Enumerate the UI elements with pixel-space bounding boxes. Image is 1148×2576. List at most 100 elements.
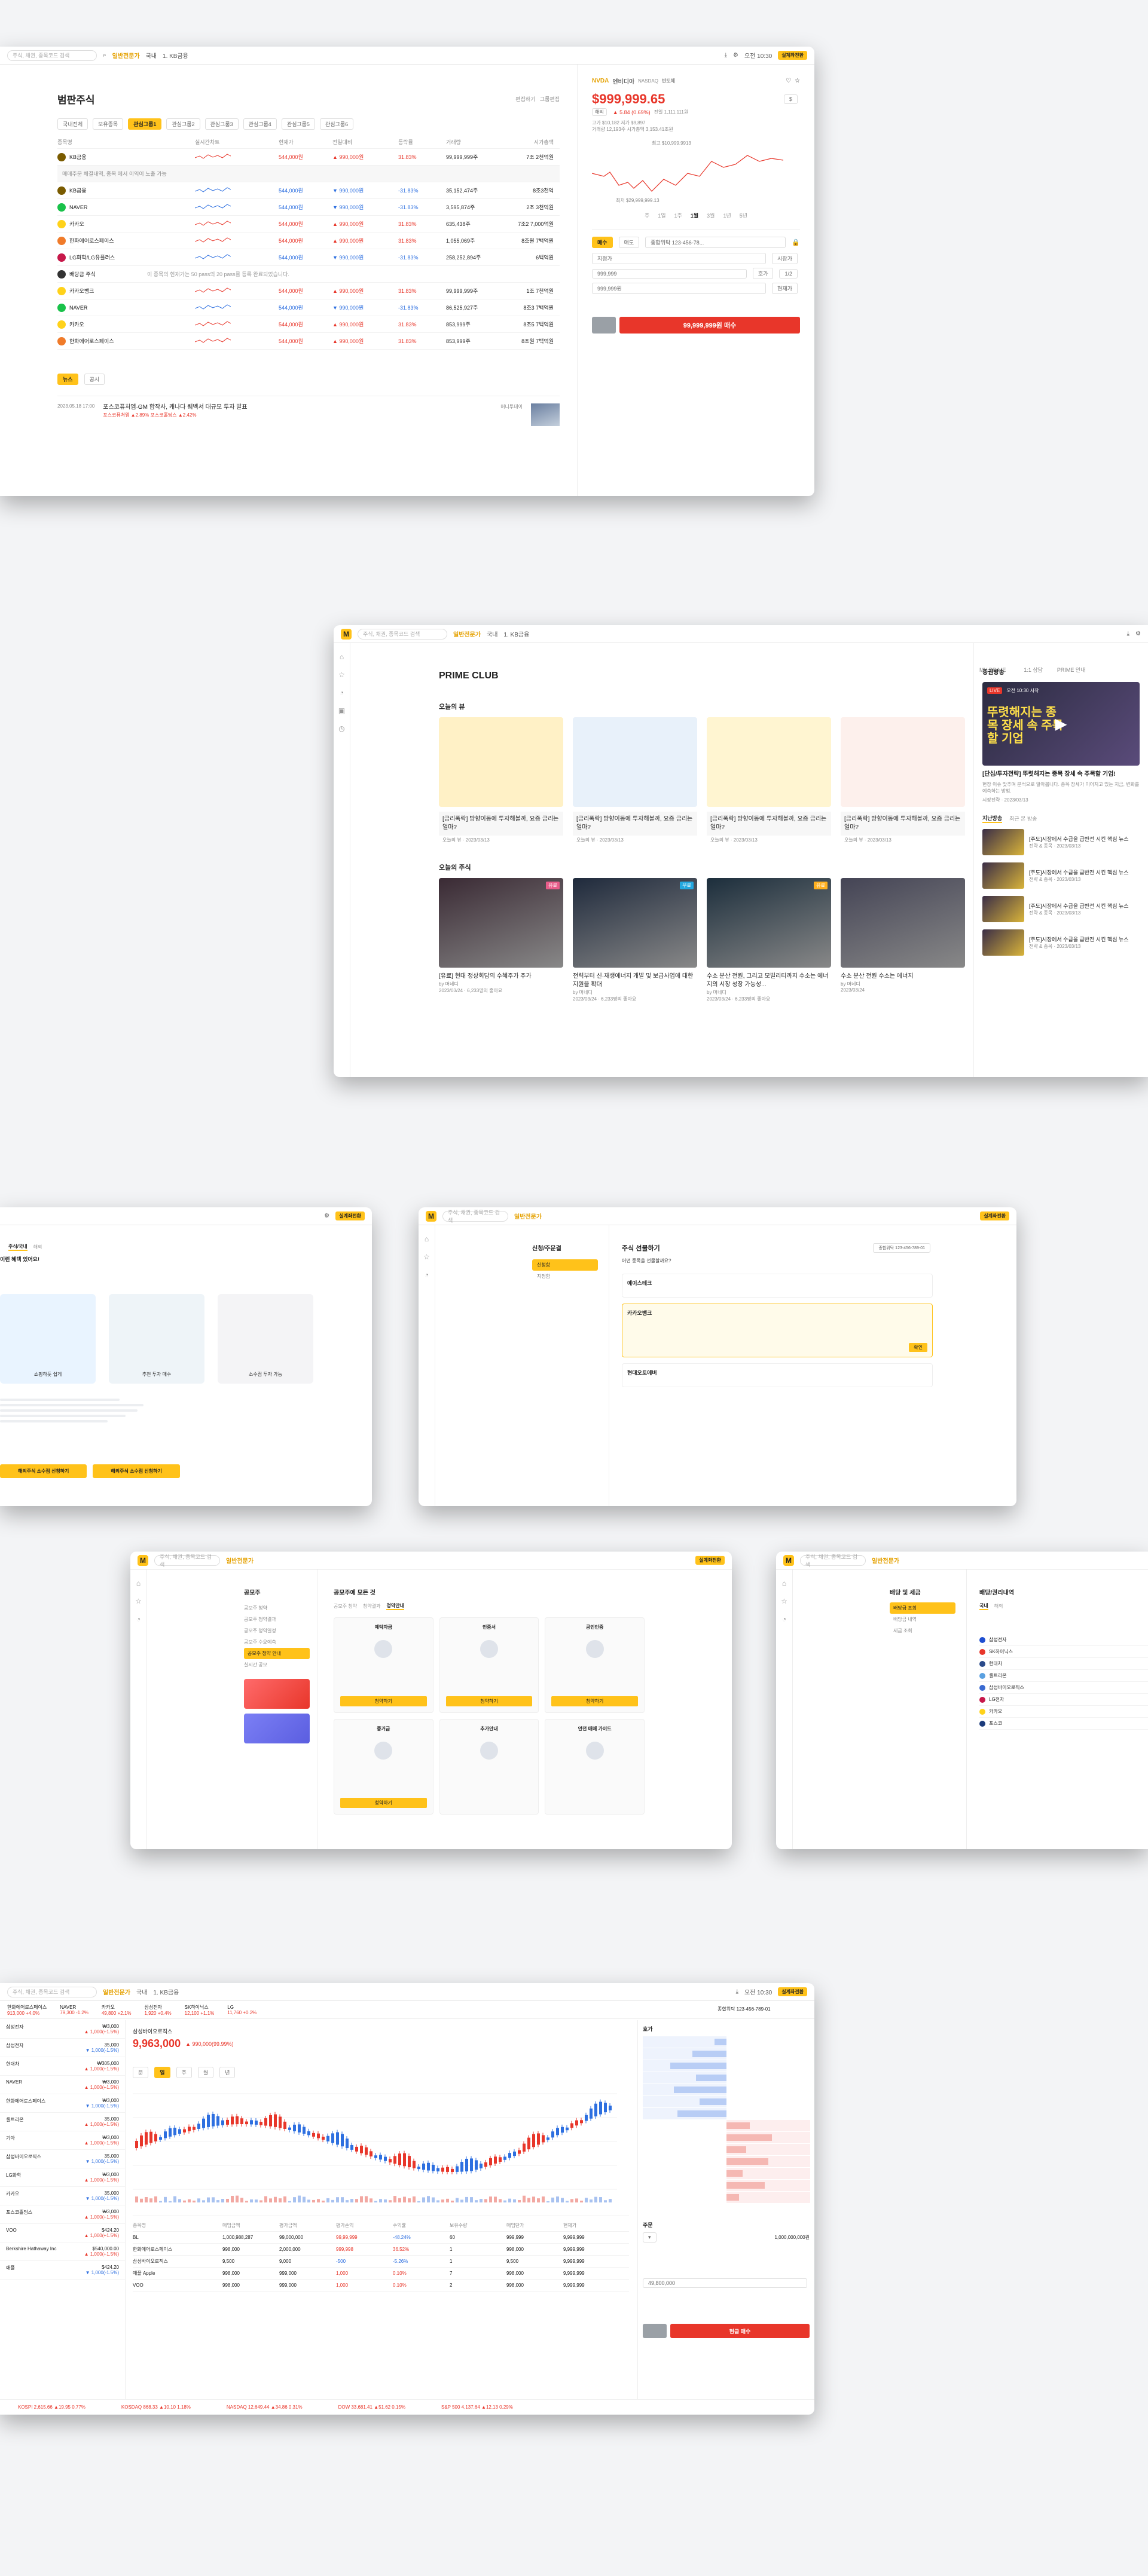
ipo-card[interactable]: 인증서 청약하기 [439,1617,539,1713]
lock-icon[interactable]: 🔒 [792,238,800,246]
nav-domestic[interactable]: 국내 [146,51,157,60]
chart-icon[interactable]: ◔ [782,1615,786,1623]
ticker-item[interactable]: NAVER 79,300 -1.2% [60,2005,88,2015]
real-account-button[interactable]: 실계좌전환 [778,1987,807,1996]
live-title[interactable]: [단십/투자전략] 뚜렷해지는 종목 장세 속 주목할 기업! [982,770,1140,779]
current-price-button[interactable]: 현재가 [772,283,798,294]
ticker-item[interactable]: SK하이닉스 12,100 +1.1% [185,2004,215,2016]
holdings-row[interactable]: 한화에어로스페이스 998,000 2,000,000 999,998 36.52% 1 9… [133,2244,629,2256]
search-input[interactable]: 주식, 채권, 종목코드 검색 [442,1210,508,1223]
account-select[interactable]: 종합위탁 123-456-789-01 [873,1243,930,1253]
account-select[interactable]: 종합위탁 123-456-789-01 [718,2006,771,2012]
group-tab[interactable]: 관심그룹5 [281,118,315,130]
group-tab[interactable]: 관심그룹2 [166,118,200,130]
real-account-button[interactable]: 실계좌전환 [335,1211,365,1220]
half-button[interactable]: 1/2 [779,268,798,279]
app-logo[interactable]: M [138,1555,148,1566]
heart-icon[interactable]: ♡ [786,78,791,84]
ipo-card[interactable]: 예탁자금 청약하기 [334,1617,433,1713]
star-icon[interactable]: ☆ [781,1597,787,1605]
download-icon[interactable]: ⤓ [725,52,727,59]
stock-card[interactable]: 유료 [유료] 현대 정상회담의 수혜주가 주가 by 머네디 2023/03/24 … [439,878,563,994]
left-menu-item-2[interactable]: 지정함 [532,1271,598,1282]
chart-icon[interactable]: ◔ [136,1615,141,1623]
edit-link[interactable]: 편집하기 [515,96,535,102]
period-tab[interactable]: 1년 [723,212,731,219]
stock-row[interactable]: 한화에어로스페이스 544,000원 ▲ 990,000원 31.83% 1,055,0… [57,232,560,249]
nav-market[interactable]: 1. KB금융 [153,1987,179,1996]
watchlist-item[interactable]: 삼성바이오로직스 35,000 ▼ 1,000(-1.5%) [0,2150,125,2168]
stock-row[interactable]: 카카오 544,000원 ▲ 990,000원 31.83% 853,999주 8조5 7… [57,316,560,333]
ticker-item[interactable]: 한화에어로스페이스 913,000 +4.0% [7,2004,47,2016]
stock-row[interactable]: NAVER 544,000원 ▼ 990,000원 -31.83% 86,525,927… [57,299,560,316]
calculator-button[interactable] [592,317,616,334]
ipo-card-button[interactable]: 청약하기 [551,1696,638,1706]
watchlist-item[interactable]: 카카오 35,000 ▼ 1,000(-1.5%) [0,2187,125,2205]
promo-banner-2[interactable] [244,1714,310,1743]
quantity-field[interactable]: 999,999 [592,268,747,279]
chart-period-tab[interactable]: 분 [133,2067,149,2078]
home-icon[interactable]: ⌂ [782,1579,786,1587]
video-item[interactable]: [주도]시장에서 수급을 급반전 시킨 핵심 뉴스 전략 & 종목 · 2023/… [982,862,1140,889]
candlestick-chart[interactable] [133,2082,617,2207]
nav-highlight[interactable]: 일반전문가 [514,1211,542,1220]
dividend-left-item[interactable]: 배당금 조회 [890,1602,955,1614]
ticker-item[interactable]: 카카오 49,800 +2.1% [102,2004,132,2016]
watchlist-item[interactable]: 삼성전자 35,000 ▼ 1,000(-1.5%) [0,2039,125,2057]
ipo-left-item[interactable]: 공모주 청약 [244,1602,310,1614]
nav-highlight[interactable]: 일반전문가 [872,1556,899,1565]
ticker-item[interactable]: LG 11,760 +0.2% [227,2005,257,2015]
ipo-tab[interactable]: 공모주 청약 [334,1603,357,1610]
ipo-left-item[interactable]: 공모주 청약 안내 [244,1648,310,1659]
chart-icon[interactable]: ◔ [340,689,344,697]
group-edit-link[interactable]: 그룹편집 [540,96,560,102]
chart-period-tab[interactable]: 일 [154,2067,170,2078]
order-type-select[interactable]: 지정가 [592,253,767,264]
stock-row[interactable]: NAVER 544,000원 ▼ 990,000원 -31.83% 3,595,874주… [57,199,560,216]
period-tab[interactable]: 3월 [707,212,715,219]
nav-market[interactable]: 1. KB금융 [163,51,188,60]
search-input[interactable]: 주식, 채권, 종목코드 검색 [7,1986,97,1997]
stock-row[interactable]: 카카오 544,000원 ▲ 990,000원 31.83% 635,438주 7조2 7… [57,216,560,232]
stock-row[interactable]: KB금융 544,000원 ▲ 990,000원 31.83% 99,999,999주 7… [57,149,560,166]
market-price-button[interactable]: 시장가 [772,253,798,264]
news-chip[interactable]: 뉴스 [57,374,78,385]
holdings-row[interactable]: 애플 Apple 998,000 999,000 1,000 0.10% 7 998,000… [133,2268,629,2280]
orderbook-grid[interactable] [643,2036,810,2216]
video-item[interactable]: [주도]시장에서 수급을 급반전 시킨 핵심 뉴스 전략 & 종목 · 2023/… [982,829,1140,855]
ipo-card[interactable]: 증거금 청약하기 [334,1719,433,1815]
app-logo[interactable]: M [341,628,352,640]
ticker-item[interactable]: 삼성전자 1,920 +0.4% [144,2004,171,2016]
nav-market[interactable]: 1. KB금융 [503,629,529,638]
sell-tab[interactable]: 매도 [618,237,640,248]
app-logo[interactable]: M [783,1555,794,1566]
promo-banner-1[interactable] [244,1679,310,1709]
home-icon[interactable]: ⌂ [340,653,344,661]
real-account-button[interactable]: 실계좌전환 [980,1211,1009,1220]
dividend-left-item[interactable]: 세금 조회 [890,1625,955,1636]
news-item[interactable]: 2023.05.18 17:00 포스코퓨처엠·GM 합작사, 캐나다 퀘벡서 … [57,396,560,426]
group-tab[interactable]: 관심그룹6 [319,118,354,130]
ipo-left-item[interactable]: 공모주 청약일정 [244,1625,310,1636]
settings-icon[interactable]: ⚙ [324,1213,329,1219]
left-menu-item-1[interactable]: 신청함 [532,1259,598,1271]
lock-icon[interactable]: ▣ [338,706,345,715]
watchlist-item[interactable]: 셀트리온 35,000 ▲ 1,000(+1.5%) [0,2113,125,2131]
apply-button-1[interactable]: 해외주식 소수점 신청하기 [0,1464,87,1478]
news-chip[interactable]: 공시 [84,374,105,385]
chart-period-tab[interactable]: 년 [219,2067,236,2078]
dividend-left-item[interactable]: 배당금 내역 [890,1614,955,1625]
benefit-card[interactable]: 쇼핑하듯 쉽게 [0,1294,96,1384]
stock-card[interactable]: 수소 분산 전원 수소는 에너지 by 머네디 2023/03/24 [841,878,965,993]
group-tab[interactable]: 관심그룹4 [243,118,277,130]
ipo-card[interactable]: 추가안내 [439,1719,539,1815]
group-tab[interactable]: 관심그룹3 [204,118,239,130]
search-input[interactable]: 주식, 채권, 종목코드 검색 [358,628,447,640]
chart-period-tab[interactable]: 주 [176,2067,192,2078]
ipo-card[interactable]: 안전 매매 가이드 [545,1719,645,1815]
ipo-tab[interactable]: 청약결과 [363,1603,380,1610]
ipo-card-button[interactable]: 청약하기 [340,1798,427,1808]
play-icon[interactable]: ▶ [1055,715,1067,733]
video-item[interactable]: [주도]시장에서 수급을 급반전 시킨 핵심 뉴스 전략 & 종목 · 2023/… [982,929,1140,956]
ipo-tab[interactable]: 청약안내 [386,1602,404,1610]
